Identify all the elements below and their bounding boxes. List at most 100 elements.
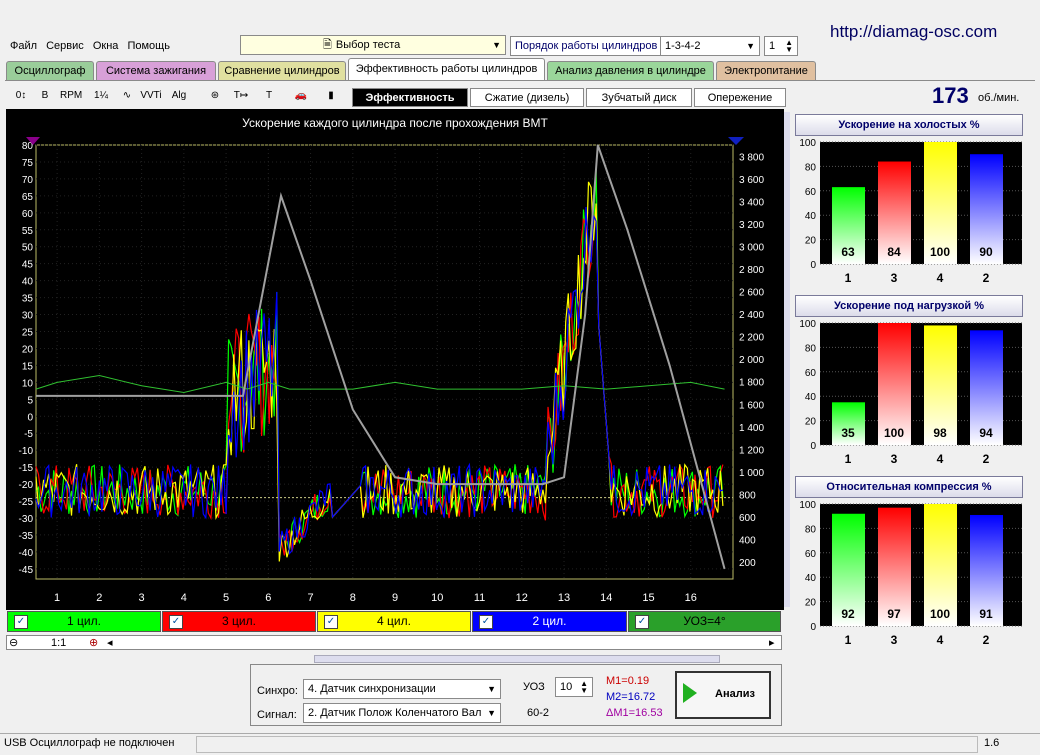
checkbox-icon[interactable]: ✓ bbox=[635, 615, 649, 629]
scroll-row: ⊖ 1:1 ⊕ ◂ ▸ bbox=[6, 635, 782, 650]
legend-label: УОЗ=4° bbox=[683, 614, 726, 628]
y-left-tick: 5 bbox=[27, 395, 33, 406]
menu-bar: Файл Сервис Окна Помощь bbox=[10, 40, 176, 52]
bar-axis-tick: 60 bbox=[805, 368, 817, 379]
subtab-1[interactable]: Сжатие (дизель) bbox=[470, 88, 584, 107]
bug-icon[interactable]: ⊛ bbox=[204, 86, 226, 106]
y-right-tick: 2 400 bbox=[739, 310, 764, 321]
tab-5[interactable]: Электропитание bbox=[716, 61, 816, 80]
bar-axis-tick: 0 bbox=[810, 260, 816, 271]
bar-axis-tick: 100 bbox=[799, 319, 816, 330]
tab-3[interactable]: Эффективность работы цилиндров bbox=[348, 58, 545, 80]
osc-icon[interactable]: 0↕ bbox=[10, 86, 32, 106]
sync-value: 4. Датчик синхронизации bbox=[308, 683, 436, 695]
bar-panel-title-0: Ускорение на холостых % bbox=[795, 114, 1023, 136]
splitter-horizontal[interactable] bbox=[314, 655, 720, 663]
tab-0[interactable]: Осциллограф bbox=[6, 61, 94, 80]
y-left-tick: 25 bbox=[22, 327, 34, 338]
y-left-tick: -15 bbox=[19, 463, 34, 474]
bar-axis-tick: 80 bbox=[805, 162, 817, 173]
splitter-vertical[interactable] bbox=[784, 112, 790, 607]
tab-1[interactable]: Система зажигания bbox=[96, 61, 216, 80]
bar-category-label: 2 bbox=[983, 452, 990, 466]
zoom-out-icon[interactable]: ⊖ bbox=[9, 636, 18, 649]
bar-panel-title-2: Относительная компрессия % bbox=[795, 476, 1023, 498]
graph-icon[interactable]: ∿ bbox=[116, 86, 138, 106]
legend-button-4[interactable]: ✓ УОЗ=4° bbox=[628, 611, 781, 632]
alg-icon[interactable]: Alg 1/2 bbox=[168, 86, 190, 121]
y-right-tick: 200 bbox=[739, 558, 756, 569]
bar-value-label: 100 bbox=[884, 426, 904, 440]
bar-category-label: 2 bbox=[983, 633, 990, 647]
subtab-0[interactable]: Эффективность bbox=[352, 88, 468, 107]
vvti-icon[interactable]: VVTi bbox=[140, 86, 162, 106]
analyze-button[interactable]: Анализ bbox=[675, 671, 771, 719]
checkbox-icon[interactable]: ✓ bbox=[14, 615, 28, 629]
y-right-tick: 3 600 bbox=[739, 175, 764, 186]
y-left-tick: 50 bbox=[22, 243, 34, 254]
y-right-tick: 2 600 bbox=[739, 288, 764, 299]
checkbox-icon[interactable]: ✓ bbox=[324, 615, 338, 629]
firing-order-spinner[interactable]: 1 ▲ ▼ bbox=[764, 36, 798, 56]
uoz-value: 10 bbox=[560, 681, 573, 693]
bar-axis-tick: 60 bbox=[805, 549, 817, 560]
tab-2[interactable]: Сравнение цилиндров bbox=[218, 61, 346, 80]
x-tick: 1 bbox=[54, 592, 60, 604]
y-left-tick: 0 bbox=[27, 412, 33, 423]
oscillogram-chart[interactable]: Ускорение каждого цилиндра после прохожд… bbox=[6, 109, 784, 610]
menu-service[interactable]: Сервис bbox=[46, 40, 84, 52]
uoz-spinner[interactable]: 10 ▲ ▼ bbox=[555, 677, 593, 697]
sync-select[interactable]: 4. Датчик синхронизации ▼ bbox=[303, 679, 501, 699]
bar-axis-tick: 40 bbox=[805, 392, 817, 403]
firing-order-value: 1-3-4-2 bbox=[665, 40, 701, 52]
subtab-3[interactable]: Опережение bbox=[694, 88, 786, 107]
bar-value-label: 35 bbox=[841, 426, 855, 440]
y-right-tick: 400 bbox=[739, 536, 756, 547]
scroll-right-icon[interactable]: ▸ bbox=[769, 636, 775, 649]
menu-windows[interactable]: Окна bbox=[93, 40, 119, 52]
bar-category-label: 4 bbox=[937, 452, 944, 466]
bold-icon[interactable]: B bbox=[34, 86, 56, 106]
bar-axis-tick: 40 bbox=[805, 211, 817, 222]
checkbox-icon[interactable]: ✓ bbox=[479, 615, 493, 629]
marker-icon[interactable]: Т bbox=[258, 86, 280, 106]
analyze-label: Анализ bbox=[715, 688, 755, 700]
spinner-value: 1 bbox=[769, 40, 776, 52]
legend-button-2[interactable]: ✓ 4 цил. bbox=[317, 611, 471, 632]
bar-axis-tick: 80 bbox=[805, 343, 817, 354]
chart-icon[interactable]: ▮ bbox=[320, 86, 342, 106]
x-tick: 13 bbox=[558, 592, 570, 604]
test-select[interactable]: 🗎 Выбор теста ▼ bbox=[240, 35, 506, 55]
checkbox-icon[interactable]: ✓ bbox=[169, 615, 183, 629]
bar-value-label: 63 bbox=[841, 245, 855, 259]
subtab-2[interactable]: Зубчатый диск bbox=[586, 88, 692, 107]
scroll-left-icon[interactable]: ◂ bbox=[107, 636, 113, 649]
doc-icon: 🗎 bbox=[323, 38, 332, 51]
y-left-tick: -35 bbox=[19, 531, 34, 542]
site-url: http://diamag-osc.com bbox=[830, 22, 998, 41]
rpm-unit: об./мин. bbox=[978, 92, 1020, 104]
y-right-tick: 2 800 bbox=[739, 265, 764, 276]
spin-arrows-icon: ▲ ▼ bbox=[785, 38, 793, 54]
firing-order-select[interactable]: 1-3-4-2 ▼ bbox=[660, 36, 760, 56]
legend-button-3[interactable]: ✓ 2 цил. bbox=[472, 611, 627, 632]
firing-order-label: Порядок работы цилиндров bbox=[510, 36, 663, 56]
tab-4[interactable]: Анализ давления в цилиндре bbox=[547, 61, 714, 80]
y-right-tick: 1 600 bbox=[739, 400, 764, 411]
y-left-tick: 20 bbox=[22, 344, 34, 355]
car-icon[interactable]: 🚗 bbox=[290, 86, 312, 106]
t1234-icon[interactable]: T↦ bbox=[230, 86, 252, 106]
zoom-in-icon[interactable]: ⊕ bbox=[89, 636, 98, 649]
signal-select[interactable]: 2. Датчик Полож Коленчатого Вал ▼ bbox=[303, 703, 501, 723]
legend-button-1[interactable]: ✓ 3 цил. bbox=[162, 611, 316, 632]
menu-help[interactable]: Помощь bbox=[127, 40, 170, 52]
signal-value: 2. Датчик Полож Коленчатого Вал bbox=[308, 707, 482, 719]
menu-file[interactable]: Файл bbox=[10, 40, 37, 52]
bar-axis-tick: 100 bbox=[799, 138, 816, 149]
bar-category-label: 3 bbox=[891, 271, 898, 285]
x-tick: 2 bbox=[96, 592, 102, 604]
legend-button-0[interactable]: ✓ 1 цил. bbox=[7, 611, 161, 632]
y-right-tick: 2 200 bbox=[739, 333, 764, 344]
rpm-icon[interactable]: RPM bbox=[60, 86, 82, 106]
numbers-icon[interactable]: 1¼ bbox=[90, 86, 112, 106]
